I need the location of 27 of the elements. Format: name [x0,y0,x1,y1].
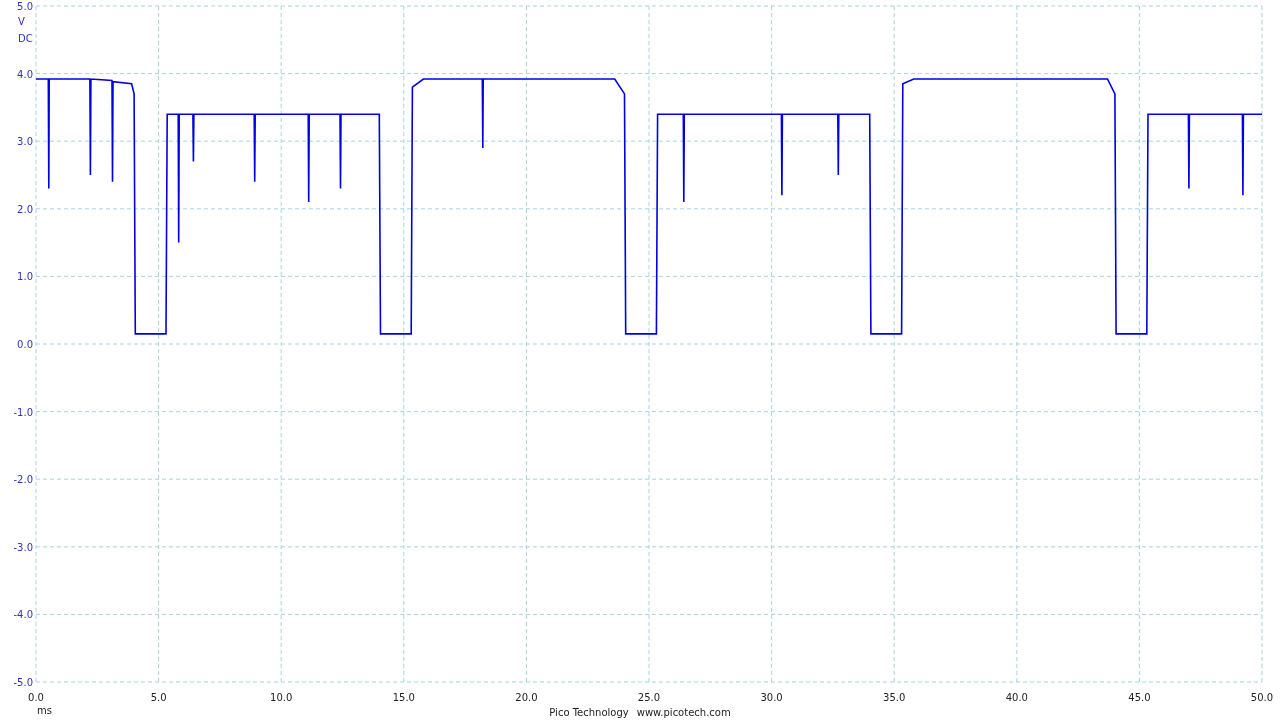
axis-tick-label: 2.0 [17,203,33,215]
axis-tick-label: 40.0 [1005,692,1028,703]
axis-tick-label: -5.0 [13,677,33,688]
axis-tick-label: 10.0 [270,692,293,703]
axis-tick-label: -2.0 [13,474,33,486]
axis-tick-label: 15.0 [392,692,415,703]
axis-tick-label: 20.0 [515,692,538,703]
axis-tick-label: 4.0 [17,68,33,80]
axis-unit-label: V [18,16,25,27]
axis-tick-label: -3.0 [13,541,33,553]
axis-tick-label: -1.0 [13,406,33,418]
company-name: Pico Technology [549,706,629,718]
axis-tick-label: 5.0 [17,1,33,12]
axis-tick-label: 1.0 [17,271,33,283]
axis-tick-label: 45.0 [1128,692,1151,703]
axis-tick-label: 0.0 [28,692,44,703]
axis-tick-label: 0.0 [17,339,33,350]
website-url: www.picotech.com [636,706,731,718]
axis-tick-label: 30.0 [760,692,783,703]
axis-tick-label: 3.0 [17,136,33,148]
axis-tick-label: 35.0 [883,692,906,703]
axis-unit-label: ms [37,705,52,716]
coupling-label: DC [18,33,33,44]
axis-tick-label: -4.0 [13,609,33,621]
axis-tick-label: 50.0 [1250,692,1274,703]
axis-tick-label: 5.0 [150,692,167,703]
axis-tick-label: 25.0 [637,692,661,703]
